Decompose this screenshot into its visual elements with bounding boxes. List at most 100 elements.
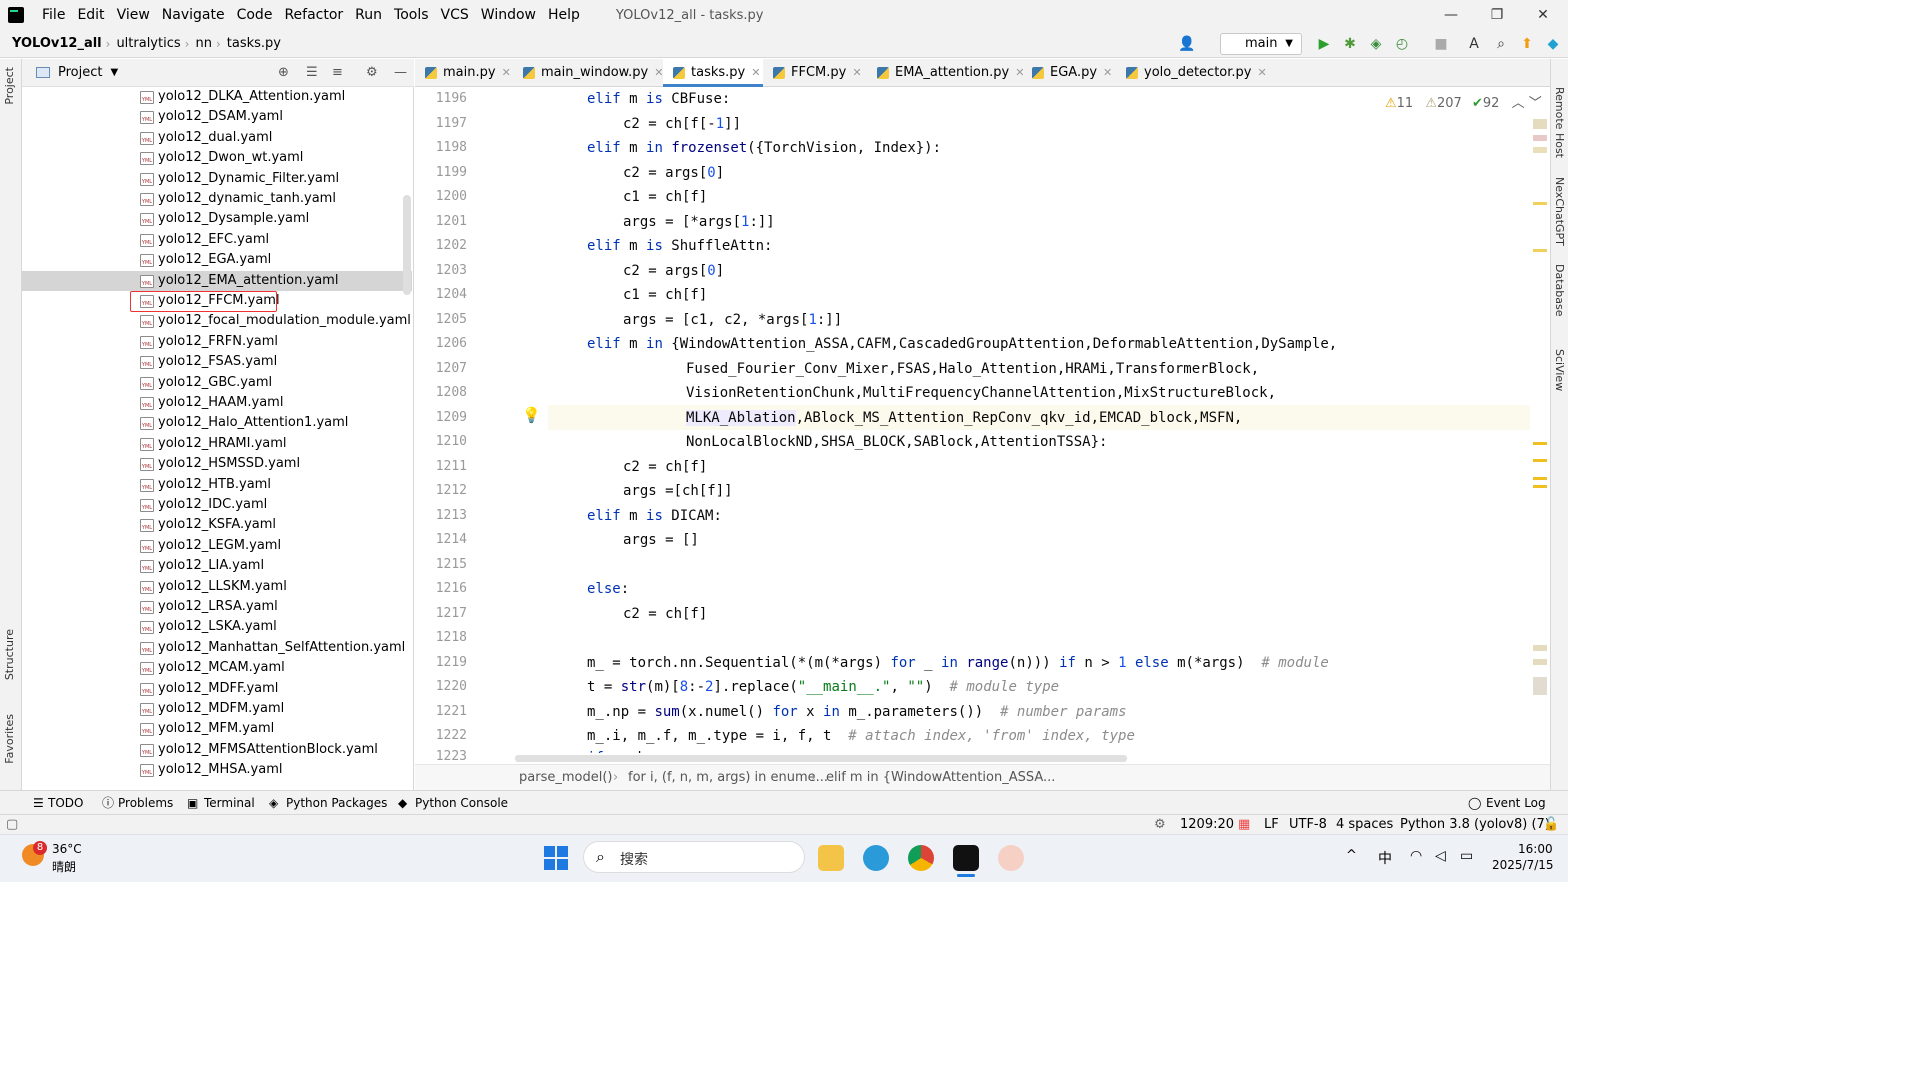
chrome-icon[interactable] (908, 845, 934, 871)
user-icon[interactable]: 👤 (1178, 36, 1195, 52)
marker[interactable] (1533, 645, 1547, 651)
file-encoding[interactable]: UTF-8 (1289, 815, 1327, 835)
translate-icon[interactable]: A (1466, 36, 1482, 52)
chevron-down-icon[interactable]: ▼ (110, 67, 118, 78)
crumb-for-loop[interactable]: for i, (f, n, m, args) in enume... (628, 765, 828, 791)
problems-tab[interactable]: Problems (118, 791, 173, 815)
locate-icon[interactable]: ⊕ (278, 65, 289, 80)
ime-indicator[interactable]: 中 (1378, 848, 1392, 868)
structure-tool-tab[interactable]: Structure (3, 629, 16, 680)
tree-item[interactable]: YML yolo12_MFMSAttentionBlock.yaml (22, 740, 412, 760)
pycharm-icon[interactable] (953, 845, 979, 871)
project-tool-tab[interactable]: Project (3, 67, 16, 105)
marker[interactable] (1533, 677, 1547, 695)
tree-item[interactable]: YML yolo12_LSKA.yaml (22, 617, 412, 637)
tab-main-py[interactable]: main.py ✕ (415, 59, 511, 87)
project-scrollbar[interactable] (403, 195, 411, 295)
tree-item[interactable]: YML yolo12_HRAMI.yaml (22, 434, 412, 454)
tree-item[interactable]: YML yolo12_GBC.yaml (22, 373, 412, 393)
profile-icon[interactable]: ◴ (1394, 36, 1410, 52)
tree-item[interactable]: YML yolo12_focal_modulation_module.yaml (22, 311, 412, 331)
tab-yolo-detector-py[interactable]: yolo_detector.py ✕ (1116, 59, 1267, 87)
start-icon[interactable] (544, 846, 568, 870)
tree-item[interactable]: YML yolo12_FSAS.yaml (22, 352, 412, 372)
chevron-up-icon[interactable]: ^ (1346, 848, 1357, 863)
marker[interactable] (1533, 202, 1547, 205)
error-stripe[interactable] (1530, 87, 1550, 753)
todo-tab[interactable]: TODO (48, 791, 83, 815)
tree-item[interactable]: YML yolo12_HSMSSD.yaml (22, 454, 412, 474)
python-packages-tab[interactable]: Python Packages (286, 791, 387, 815)
favorites-tool-tab[interactable]: Favorites (3, 714, 16, 764)
line-separator[interactable]: LF (1264, 815, 1279, 835)
inspection-widget[interactable]: ⚠11 ⚠207 ✔92 ︿ ﹀ (1385, 92, 1542, 111)
collapse-all-icon[interactable]: ≡ (332, 65, 343, 80)
tree-item[interactable]: YML yolo12_MFM.yaml (22, 719, 412, 739)
search-icon[interactable]: ⌕ (1493, 36, 1509, 52)
battery-icon[interactable]: ▭ (1460, 848, 1473, 864)
tree-item[interactable]: YML yolo12_Halo_Attention1.yaml (22, 413, 412, 433)
marker[interactable] (1533, 442, 1547, 445)
lock-icon[interactable]: 🔓 (1543, 815, 1559, 835)
database-tab[interactable]: Database (1553, 264, 1566, 317)
project-panel-title[interactable]: Project (58, 65, 102, 80)
marker[interactable] (1533, 459, 1547, 462)
breadcrumb-file[interactable]: tasks.py (221, 36, 285, 51)
tree-item[interactable]: YML yolo12_Dysample.yaml (22, 209, 412, 229)
menu-run[interactable]: Run (349, 0, 388, 30)
tree-item[interactable]: YML yolo12_Dynamic_Filter.yaml (22, 169, 412, 189)
python-interpreter[interactable]: Python 3.8 (yolov8) (7) (1400, 815, 1550, 835)
marker[interactable] (1533, 659, 1547, 665)
plugin-icon[interactable]: ◆ (1545, 36, 1561, 52)
tree-item[interactable]: YML yolo12_dynamic_tanh.yaml (22, 189, 412, 209)
minimize-button[interactable]: — (1428, 0, 1474, 30)
tab-ega-py[interactable]: EGA.py ✕ (1022, 59, 1112, 87)
expand-all-icon[interactable]: ☰ (306, 65, 318, 80)
edge-icon[interactable] (863, 845, 889, 871)
debug-icon[interactable]: ✱ (1342, 36, 1358, 52)
python-console-tab[interactable]: Python Console (415, 791, 508, 815)
file-explorer-icon[interactable] (818, 845, 844, 871)
caret-position[interactable]: 1209:20 (1180, 815, 1234, 835)
tree-item[interactable]: YML yolo12_HAAM.yaml (22, 393, 412, 413)
code-editor[interactable]: elif m is CBFuse: c2 = ch[f[-1]] elif m … (508, 87, 1530, 753)
clock-date[interactable]: 2025/7/15 (1492, 858, 1554, 872)
tree-item[interactable]: YML yolo12_MDFF.yaml (22, 679, 412, 699)
menu-navigate[interactable]: Navigate (156, 0, 231, 30)
branch-selector[interactable]: main ▼ (1220, 33, 1302, 55)
editor-horizontal-scrollbar[interactable] (515, 755, 1127, 762)
tree-item[interactable]: YML yolo12_LLSKM.yaml (22, 577, 412, 597)
tab-main-window-py[interactable]: main_window.py ✕ (513, 59, 663, 87)
breadcrumb-ultralytics[interactable]: ultralytics (110, 36, 184, 51)
menu-view[interactable]: View (111, 0, 156, 30)
marker[interactable] (1533, 249, 1547, 252)
layout-icon[interactable]: ▢ (6, 815, 18, 835)
tree-item[interactable]: YML yolo12_EGA.yaml (22, 250, 412, 270)
close-window-button[interactable]: ✕ (1520, 0, 1566, 30)
marker[interactable] (1533, 135, 1547, 141)
taskbar-search[interactable]: ⌕ 搜索 (583, 841, 805, 873)
menu-file[interactable]: File (36, 0, 71, 30)
tab-ffcm-py[interactable]: FFCM.py ✕ (763, 59, 862, 87)
sciview-tab[interactable]: SciView (1553, 349, 1566, 391)
stop-icon[interactable]: ■ (1433, 36, 1449, 52)
indent-setting[interactable]: 4 spaces (1336, 815, 1393, 835)
clock-time[interactable]: 16:00 (1518, 842, 1553, 856)
avatar-app-icon[interactable] (998, 845, 1024, 871)
hide-panel-icon[interactable]: — (394, 65, 407, 80)
tab-tasks-py[interactable]: tasks.py ✕ (663, 59, 763, 87)
close-icon[interactable]: ✕ (1103, 66, 1112, 79)
wifi-icon[interactable]: ◠ (1410, 848, 1422, 864)
close-icon[interactable]: ✕ (751, 66, 760, 79)
marker[interactable] (1533, 119, 1547, 129)
menu-code[interactable]: Code (231, 0, 279, 30)
tab-ema-attention-py[interactable]: EMA_attention.py ✕ (867, 59, 1024, 87)
menu-window[interactable]: Window (475, 0, 542, 30)
close-icon[interactable]: ✕ (1258, 66, 1267, 79)
tree-item[interactable]: YML yolo12_LIA.yaml (22, 556, 412, 576)
menu-help[interactable]: Help (542, 0, 586, 30)
weather-condition[interactable]: 晴朗 (52, 858, 76, 875)
tree-item[interactable]: YML yolo12_KSFA.yaml (22, 515, 412, 535)
nexchatgpt-tab[interactable]: NexChatGPT (1553, 177, 1566, 246)
event-log-tab[interactable]: Event Log (1486, 791, 1546, 815)
